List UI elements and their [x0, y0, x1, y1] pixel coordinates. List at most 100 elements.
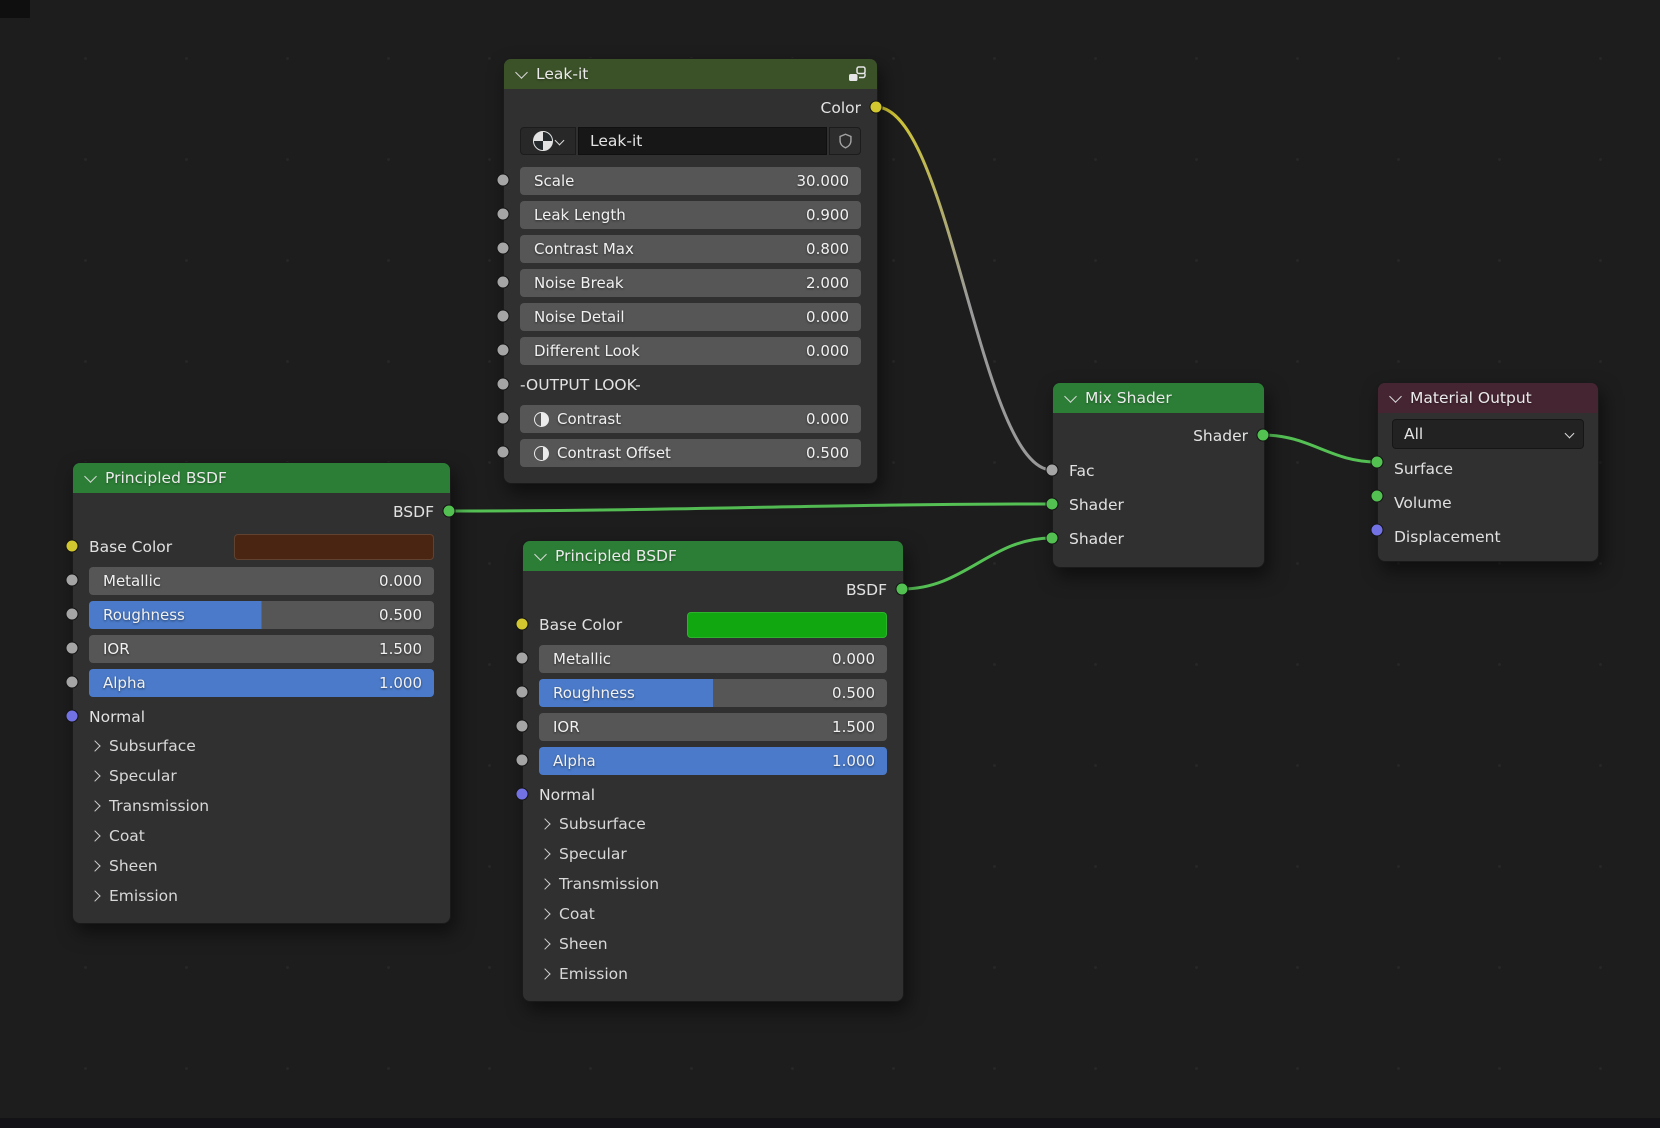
- slider-contrast-offset[interactable]: Contrast Offset 0.500: [520, 439, 861, 467]
- socket-mix-fac[interactable]: [1046, 464, 1059, 477]
- socket-bsdf-bottom-output[interactable]: [896, 583, 909, 596]
- contrast-offset-icon: [534, 446, 549, 461]
- node-header-leak-it[interactable]: Leak-it: [504, 59, 877, 89]
- slider-label: Scale: [534, 172, 789, 190]
- slider-label: Noise Break: [534, 274, 798, 292]
- section-emission[interactable]: Emission: [73, 881, 450, 911]
- slider-leak-length[interactable]: Leak Length 0.900: [520, 201, 861, 229]
- socket-leak-it-noise-break[interactable]: [497, 276, 510, 289]
- normal-label: Normal: [539, 786, 595, 804]
- socket-leak-it-contrast[interactable]: [497, 412, 510, 425]
- node-tree-browser-button[interactable]: [520, 127, 576, 155]
- socket-bsdf-left-normal[interactable]: [66, 710, 79, 723]
- socket-bsdf-left-base-color[interactable]: [66, 540, 79, 553]
- socket-mix-shader-output[interactable]: [1257, 429, 1270, 442]
- collapse-chevron-icon[interactable]: [515, 66, 528, 79]
- normal-label: Normal: [89, 708, 145, 726]
- dropdown-value: All: [1404, 425, 1423, 443]
- section-sheen[interactable]: Sheen: [523, 929, 903, 959]
- slider-label: Roughness: [553, 684, 824, 702]
- slider-noise-detail[interactable]: Noise Detail 0.000: [520, 303, 861, 331]
- node-principled-bsdf-left[interactable]: Principled BSDF BSDF Base Color Metallic…: [72, 462, 451, 924]
- node-principled-bsdf-bottom[interactable]: Principled BSDF BSDF Base Color Metallic…: [522, 540, 904, 1002]
- slider-different-look[interactable]: Different Look 0.000: [520, 337, 861, 365]
- socket-leak-it-contrast-offset[interactable]: [497, 446, 510, 459]
- slider-ior[interactable]: IOR 1.500: [539, 713, 887, 741]
- socket-bsdf-bottom-roughness[interactable]: [516, 686, 529, 699]
- slider-label: Roughness: [103, 606, 371, 624]
- target-dropdown[interactable]: All: [1392, 419, 1584, 449]
- socket-leak-it-leak-length[interactable]: [497, 208, 510, 221]
- section-specular[interactable]: Specular: [73, 761, 450, 791]
- socket-mix-shader-2[interactable]: [1046, 532, 1059, 545]
- socket-bsdf-bottom-ior[interactable]: [516, 720, 529, 733]
- section-transmission[interactable]: Transmission: [523, 869, 903, 899]
- socket-output-volume[interactable]: [1371, 490, 1384, 503]
- node-header-mix-shader[interactable]: Mix Shader: [1053, 383, 1264, 413]
- slider-scale[interactable]: Scale 30.000: [520, 167, 861, 195]
- section-coat[interactable]: Coat: [73, 821, 450, 851]
- shield-button[interactable]: [829, 127, 861, 155]
- socket-output-displacement[interactable]: [1371, 524, 1384, 537]
- slider-value: 0.000: [806, 308, 849, 326]
- slider-metallic[interactable]: Metallic 0.000: [89, 567, 434, 595]
- socket-leak-it-different-look[interactable]: [497, 344, 510, 357]
- socket-bsdf-left-roughness[interactable]: [66, 608, 79, 621]
- slider-roughness[interactable]: Roughness 0.500: [539, 679, 887, 707]
- section-coat[interactable]: Coat: [523, 899, 903, 929]
- socket-leak-it-output-look[interactable]: [497, 378, 510, 391]
- slider-noise-break[interactable]: Noise Break 2.000: [520, 269, 861, 297]
- socket-leak-it-color-output[interactable]: [870, 101, 883, 114]
- socket-bsdf-bottom-normal[interactable]: [516, 788, 529, 801]
- base-color-label: Base Color: [539, 616, 622, 634]
- node-leak-it[interactable]: Leak-it Color Leak-it: [503, 58, 878, 484]
- section-transmission[interactable]: Transmission: [73, 791, 450, 821]
- socket-bsdf-bottom-alpha[interactable]: [516, 754, 529, 767]
- socket-bsdf-left-alpha[interactable]: [66, 676, 79, 689]
- node-header-principled-bottom[interactable]: Principled BSDF: [523, 541, 903, 571]
- collapse-chevron-icon[interactable]: [1064, 390, 1077, 403]
- node-mix-shader[interactable]: Mix Shader Shader Fac Shader Shader: [1052, 382, 1265, 568]
- section-label: Transmission: [109, 797, 209, 815]
- chevron-right-icon: [539, 878, 550, 889]
- section-sheen[interactable]: Sheen: [73, 851, 450, 881]
- base-color-swatch[interactable]: [234, 534, 434, 560]
- socket-leak-it-scale[interactable]: [497, 174, 510, 187]
- slider-roughness[interactable]: Roughness 0.500: [89, 601, 434, 629]
- node-header-principled-left[interactable]: Principled BSDF: [73, 463, 450, 493]
- slider-contrast-max[interactable]: Contrast Max 0.800: [520, 235, 861, 263]
- chevron-right-icon: [89, 740, 100, 751]
- collapse-chevron-icon[interactable]: [1389, 390, 1402, 403]
- section-subsurface[interactable]: Subsurface: [73, 731, 450, 761]
- socket-leak-it-contrast-max[interactable]: [497, 242, 510, 255]
- node-editor-canvas[interactable]: Leak-it Color Leak-it: [0, 0, 1660, 1128]
- node-title: Principled BSDF: [105, 469, 227, 487]
- socket-bsdf-left-metallic[interactable]: [66, 574, 79, 587]
- node-name-input[interactable]: Leak-it: [578, 127, 827, 155]
- socket-bsdf-bottom-metallic[interactable]: [516, 652, 529, 665]
- slider-label: Metallic: [553, 650, 824, 668]
- node-material-output[interactable]: Material Output All Surface Volume Displ…: [1377, 382, 1599, 562]
- socket-bsdf-bottom-base-color[interactable]: [516, 618, 529, 631]
- section-subsurface[interactable]: Subsurface: [523, 809, 903, 839]
- socket-bsdf-left-ior[interactable]: [66, 642, 79, 655]
- output-row-shader: Shader: [1053, 421, 1264, 451]
- slider-alpha[interactable]: Alpha 1.000: [539, 747, 887, 775]
- slider-alpha[interactable]: Alpha 1.000: [89, 669, 434, 697]
- collapse-chevron-icon[interactable]: [534, 548, 547, 561]
- section-emission[interactable]: Emission: [523, 959, 903, 989]
- slider-metallic[interactable]: Metallic 0.000: [539, 645, 887, 673]
- node-header-material-output[interactable]: Material Output: [1378, 383, 1598, 413]
- base-color-swatch[interactable]: [687, 612, 887, 638]
- slider-contrast[interactable]: Contrast 0.000: [520, 405, 861, 433]
- socket-bsdf-left-output[interactable]: [443, 505, 456, 518]
- slider-value: 0.800: [806, 240, 849, 258]
- node-title: Material Output: [1410, 389, 1532, 407]
- slider-ior[interactable]: IOR 1.500: [89, 635, 434, 663]
- section-specular[interactable]: Specular: [523, 839, 903, 869]
- chevron-right-icon: [89, 860, 100, 871]
- socket-output-surface[interactable]: [1371, 456, 1384, 469]
- socket-mix-shader-1[interactable]: [1046, 498, 1059, 511]
- collapse-chevron-icon[interactable]: [84, 470, 97, 483]
- socket-leak-it-noise-detail[interactable]: [497, 310, 510, 323]
